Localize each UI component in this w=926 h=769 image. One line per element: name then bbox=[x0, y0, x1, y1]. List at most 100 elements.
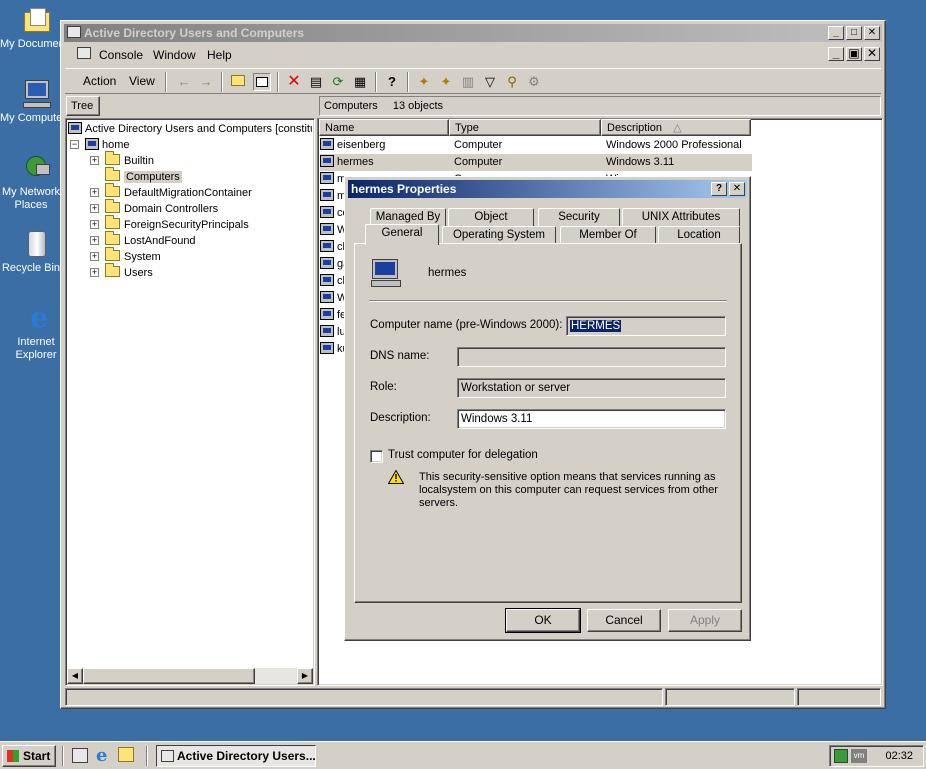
ok-button[interactable]: OK bbox=[505, 608, 581, 633]
taskbar-separator bbox=[62, 746, 64, 766]
explorer-quicklaunch-icon[interactable] bbox=[118, 747, 134, 762]
expand-icon[interactable]: + bbox=[90, 204, 99, 213]
list-row[interactable]: m bbox=[320, 188, 346, 205]
tree-item-builtin[interactable]: + Builtin bbox=[90, 151, 154, 169]
window-titlebar[interactable]: Active Directory Users and Computers _ □… bbox=[64, 24, 882, 42]
menu-action[interactable]: Action bbox=[83, 74, 116, 88]
minimize-button[interactable]: _ bbox=[828, 26, 844, 40]
close-button[interactable]: ✕ bbox=[864, 26, 880, 40]
forward-arrow-icon[interactable]: → bbox=[197, 73, 215, 91]
list-row[interactable]: fe bbox=[320, 307, 346, 324]
dialog-titlebar[interactable]: hermes Properties ? ✕ bbox=[348, 180, 747, 198]
tab-member-of[interactable]: Member Of bbox=[560, 226, 656, 244]
column-header-name[interactable]: Name bbox=[319, 119, 449, 136]
tree-item-label: DefaultMigrationContainer bbox=[124, 187, 252, 199]
tab-unix-attributes[interactable]: UNIX Attributes bbox=[622, 208, 740, 226]
expand-icon[interactable]: + bbox=[90, 220, 99, 229]
computer-icon bbox=[320, 138, 334, 150]
trust-delegation-label[interactable]: Trust computer for delegation bbox=[388, 449, 538, 461]
new-group-icon[interactable]: ✦ bbox=[437, 73, 455, 91]
refresh-icon[interactable]: ⟳ bbox=[329, 73, 347, 91]
show-tree-icon[interactable] bbox=[253, 73, 271, 91]
properties-dialog[interactable]: hermes Properties ? ✕ Managed By Object … bbox=[344, 176, 751, 641]
tree-item-users[interactable]: + Users bbox=[90, 263, 153, 281]
task-button-aduc[interactable]: Active Directory Users... bbox=[156, 745, 316, 767]
new-ou-icon[interactable]: ▥ bbox=[459, 73, 477, 91]
tree-pane[interactable]: Active Directory Users and Computers [co… bbox=[65, 118, 315, 686]
help-button[interactable]: ? bbox=[711, 182, 727, 196]
row-type: Computer bbox=[454, 139, 503, 151]
expand-icon[interactable]: + bbox=[90, 268, 99, 277]
taskbar: Start e Active Directory Users... vm 02:… bbox=[0, 741, 926, 769]
expand-icon[interactable]: + bbox=[90, 252, 99, 261]
container-name: Computers bbox=[324, 100, 378, 112]
show-desktop-icon[interactable] bbox=[72, 748, 88, 763]
computer-icon bbox=[20, 78, 52, 110]
tree-root[interactable]: Active Directory Users and Computers [co… bbox=[68, 121, 312, 137]
list-row[interactable]: lu bbox=[320, 324, 346, 341]
expand-icon[interactable]: + bbox=[90, 156, 99, 165]
tab-security[interactable]: Security bbox=[538, 208, 620, 226]
export-list-icon[interactable]: ▦ bbox=[351, 73, 369, 91]
role-label: Role: bbox=[370, 381, 397, 393]
scroll-left-button[interactable]: ◀ bbox=[67, 668, 83, 684]
internet-explorer-icon: e bbox=[30, 301, 48, 334]
list-row-hermes[interactable]: hermes Computer Windows 3.11 bbox=[320, 154, 752, 171]
menu-view[interactable]: View bbox=[129, 74, 155, 88]
row-description: Windows 3.11 bbox=[606, 156, 675, 168]
back-arrow-icon[interactable]: ← bbox=[175, 73, 193, 91]
collapse-icon[interactable]: − bbox=[70, 140, 79, 149]
maximize-button[interactable]: □ bbox=[846, 26, 862, 40]
apply-button[interactable]: Apply bbox=[668, 609, 742, 632]
filter-icon[interactable]: ▽ bbox=[481, 73, 499, 91]
expand-icon[interactable]: + bbox=[90, 236, 99, 245]
menu-console[interactable]: Console bbox=[99, 48, 143, 62]
folder-icon bbox=[105, 151, 120, 165]
tree-item-defaultmigrationcontainer[interactable]: + DefaultMigrationContainer bbox=[90, 183, 252, 201]
tree-domain[interactable]: − home bbox=[70, 137, 130, 153]
child-close-button[interactable]: ✕ bbox=[864, 47, 880, 61]
scroll-thumb[interactable] bbox=[83, 668, 255, 684]
dns-name-field[interactable] bbox=[457, 347, 726, 367]
new-user-icon[interactable]: ✦ bbox=[415, 73, 433, 91]
computer-name-field[interactable]: HERMES bbox=[566, 316, 726, 336]
tab-general[interactable]: General bbox=[365, 224, 439, 245]
description-field[interactable]: Windows 3.11 bbox=[457, 409, 726, 429]
child-minimize-button[interactable]: _ bbox=[828, 47, 844, 61]
expand-icon[interactable]: + bbox=[90, 188, 99, 197]
scroll-right-button[interactable]: ▶ bbox=[297, 668, 313, 684]
result-pane-header: Computers 13 objects bbox=[319, 96, 881, 116]
tree-item-computers[interactable]: Computers bbox=[105, 167, 182, 185]
toolbar-separator bbox=[221, 72, 223, 92]
menu-window[interactable]: Window bbox=[153, 48, 196, 62]
help-icon[interactable]: ? bbox=[383, 73, 401, 91]
list-row-eisenberg[interactable]: eisenberg Computer Windows 2000 Professi… bbox=[320, 137, 750, 154]
start-button[interactable]: Start bbox=[2, 745, 56, 767]
up-folder-icon[interactable] bbox=[229, 73, 247, 91]
column-header-type[interactable]: Type bbox=[449, 119, 601, 136]
menu-help[interactable]: Help bbox=[207, 48, 232, 62]
tab-object[interactable]: Object bbox=[448, 208, 534, 226]
column-header-description[interactable]: Description △ bbox=[601, 119, 751, 136]
network-tray-icon[interactable] bbox=[834, 749, 848, 763]
tree-tab[interactable]: Tree bbox=[66, 96, 100, 116]
separator bbox=[369, 300, 727, 302]
delete-icon[interactable]: ✕ bbox=[285, 73, 303, 91]
folder-icon bbox=[105, 247, 120, 261]
internet-explorer-quicklaunch-icon[interactable]: e bbox=[96, 745, 107, 766]
properties-icon[interactable]: ▤ bbox=[307, 73, 325, 91]
tree-horizontal-scrollbar[interactable]: ◀ ▶ bbox=[67, 668, 313, 684]
tab-operating-system[interactable]: Operating System bbox=[442, 226, 556, 244]
vmware-tray-icon[interactable]: vm bbox=[851, 749, 867, 763]
add-to-group-icon[interactable]: ⚙ bbox=[525, 73, 543, 91]
tree-item-system[interactable]: + System bbox=[90, 247, 161, 265]
cancel-button[interactable]: Cancel bbox=[587, 609, 661, 632]
clock[interactable]: 02:32 bbox=[885, 750, 913, 762]
dialog-close-button[interactable]: ✕ bbox=[729, 182, 745, 196]
find-icon[interactable]: ⚲ bbox=[503, 73, 521, 91]
tab-location[interactable]: Location bbox=[658, 226, 740, 244]
child-restore-button[interactable]: ▣ bbox=[846, 47, 862, 61]
role-field[interactable]: Workstation or server bbox=[457, 378, 726, 398]
trust-delegation-checkbox[interactable] bbox=[370, 450, 383, 463]
folder-icon bbox=[105, 231, 120, 245]
